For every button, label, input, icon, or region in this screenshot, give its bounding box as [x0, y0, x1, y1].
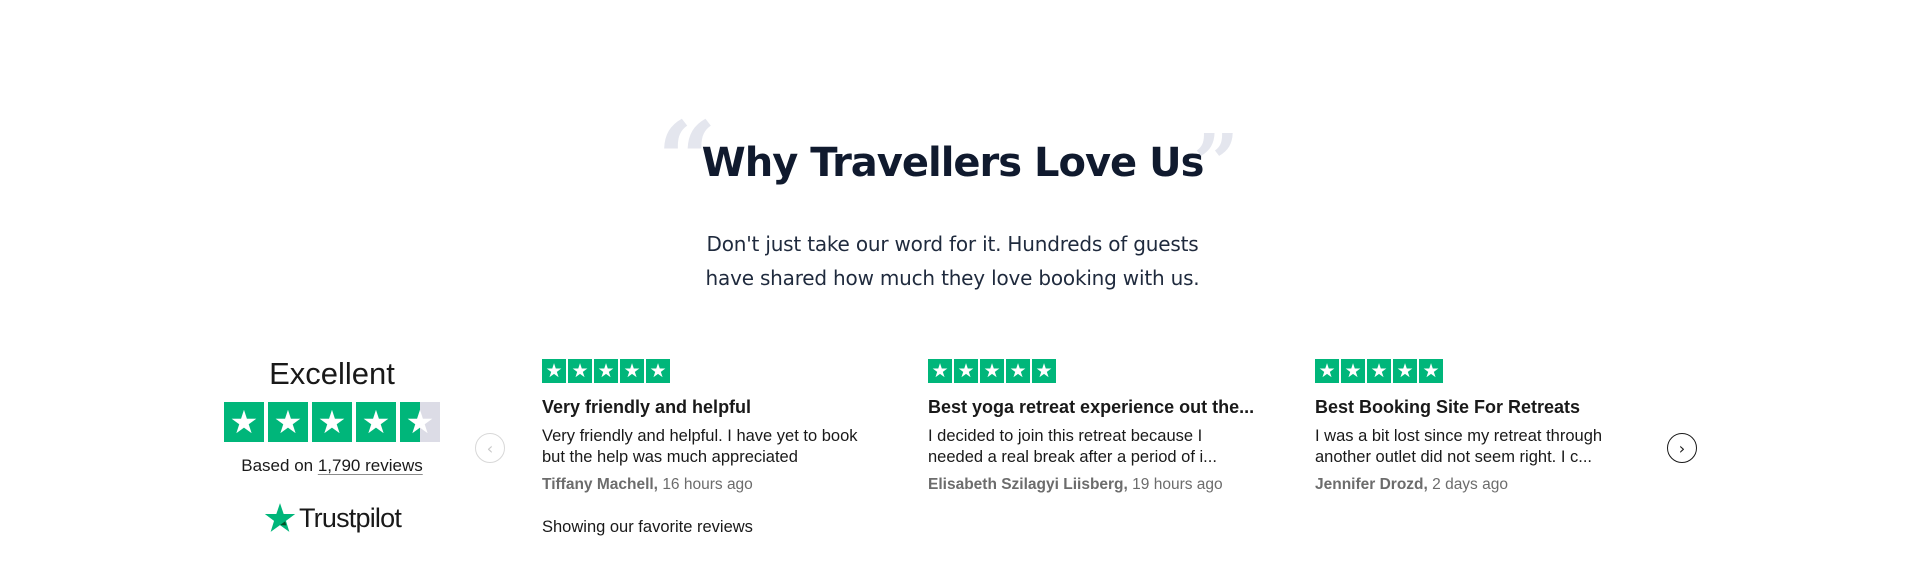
review-author: Elisabeth Szilagyi Liisberg, — [928, 476, 1128, 493]
review-time: 19 hours ago — [1132, 476, 1223, 493]
review-card[interactable]: ★ ★ ★ ★ ★ Best Booking Site For Retreats… — [1315, 359, 1655, 494]
section-subtitle: Don't just take our word for it. Hundred… — [0, 227, 1905, 295]
review-star-rating: ★ ★ ★ ★ ★ — [1315, 359, 1655, 383]
review-body-line: needed a real break after a period of i.… — [928, 448, 1217, 466]
review-star-rating: ★ ★ ★ ★ ★ — [542, 359, 882, 383]
review-title[interactable]: Best yoga retreat experience out the... — [928, 397, 1268, 418]
star-icon: ★ — [646, 359, 670, 383]
rating-label: Excellent — [269, 356, 395, 391]
subtitle-line-1: Don't just take our word for it. Hundred… — [706, 232, 1199, 256]
star-icon: ★ — [568, 359, 592, 383]
review-title[interactable]: Best Booking Site For Retreats — [1315, 397, 1655, 418]
review-body-line: Very friendly and helpful. I have yet to… — [542, 427, 858, 445]
star-icon: ★ — [1006, 359, 1030, 383]
based-on-text: Based on 1,790 reviews — [222, 456, 442, 476]
review-author: Jennifer Drozd, — [1315, 476, 1428, 493]
close-quote-icon: ” — [1193, 116, 1240, 210]
review-body-line: I decided to join this retreat because I — [928, 427, 1203, 445]
review-title[interactable]: Very friendly and helpful — [542, 397, 882, 418]
overall-star-rating: ★ ★ ★ ★ ★ — [222, 402, 442, 442]
trustpilot-summary: Excellent ★ ★ ★ ★ ★ Based on 1,790 revie… — [222, 350, 442, 535]
star-icon: ★ — [356, 402, 396, 442]
star-icon: ★ — [954, 359, 978, 383]
review-body-line: but the help was much appreciated — [542, 448, 798, 466]
star-icon: ★ — [620, 359, 644, 383]
star-icon: ★ — [1367, 359, 1391, 383]
star-icon: ★ — [1032, 359, 1056, 383]
review-body-line: another outlet did not seem right. I c..… — [1315, 448, 1592, 466]
review-meta: Jennifer Drozd, 2 days ago — [1315, 476, 1655, 494]
review-body: Very friendly and helpful. I have yet to… — [542, 426, 882, 468]
review-time: 2 days ago — [1432, 476, 1508, 493]
carousel-prev-button[interactable]: ‹ — [475, 433, 505, 463]
review-meta: Elisabeth Szilagyi Liisberg, 19 hours ag… — [928, 476, 1268, 494]
trustpilot-logo[interactable]: Trustpilot — [222, 501, 442, 535]
review-card[interactable]: ★ ★ ★ ★ ★ Very friendly and helpful Very… — [542, 359, 882, 494]
half-star-icon: ★ — [400, 402, 440, 442]
reviews-count-link[interactable]: 1,790 reviews — [318, 456, 423, 475]
star-icon: ★ — [268, 402, 308, 442]
review-body: I decided to join this retreat because I… — [928, 426, 1268, 468]
review-body-line: I was a bit lost since my retreat throug… — [1315, 427, 1603, 445]
star-icon: ★ — [980, 359, 1004, 383]
review-meta: Tiffany Machell, 16 hours ago — [542, 476, 882, 494]
page-title: Why Travellers Love Us — [701, 140, 1205, 186]
star-icon: ★ — [1419, 359, 1443, 383]
trustpilot-wordmark: Trustpilot — [298, 502, 402, 533]
star-icon: ★ — [224, 402, 264, 442]
subtitle-line-2: have shared how much they love booking w… — [705, 266, 1200, 290]
trustpilot-star-icon — [264, 503, 296, 532]
star-icon: ★ — [1393, 359, 1417, 383]
chevron-left-icon: ‹ — [486, 438, 494, 458]
star-icon: ★ — [312, 402, 352, 442]
star-icon: ★ — [594, 359, 618, 383]
review-card[interactable]: ★ ★ ★ ★ ★ Best yoga retreat experience o… — [928, 359, 1268, 494]
star-icon: ★ — [1341, 359, 1365, 383]
star-icon: ★ — [928, 359, 952, 383]
carousel-next-button[interactable]: › — [1667, 433, 1697, 463]
review-author: Tiffany Machell, — [542, 476, 658, 493]
star-icon: ★ — [1315, 359, 1339, 383]
review-body: I was a bit lost since my retreat throug… — [1315, 426, 1655, 468]
showing-favorite-reviews-note: Showing our favorite reviews — [542, 518, 753, 536]
chevron-right-icon: › — [1678, 438, 1686, 458]
star-icon: ★ — [542, 359, 566, 383]
review-star-rating: ★ ★ ★ ★ ★ — [928, 359, 1268, 383]
based-on-prefix: Based on — [241, 456, 318, 475]
review-time: 16 hours ago — [662, 476, 753, 493]
